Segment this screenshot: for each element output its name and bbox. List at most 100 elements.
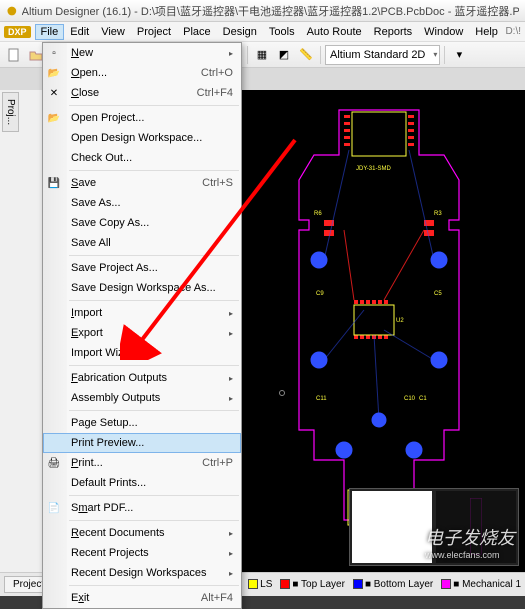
watermark-text: 电子发烧友 — [425, 528, 515, 548]
app-icon — [6, 4, 18, 18]
dxp-badge[interactable]: DXP — [4, 26, 31, 38]
layer-bottom[interactable]: ■ Bottom Layer — [353, 579, 433, 590]
close-icon: ✕ — [47, 86, 61, 100]
path-readout: D:\! — [505, 26, 521, 37]
window-title: Altium Designer (16.1) - D:\项目\蓝牙遥控器\干电池… — [22, 3, 519, 19]
projects-panel-tab[interactable]: Proj... — [2, 92, 19, 132]
tb-measure-icon[interactable]: 📏 — [296, 45, 316, 65]
menu-item-recent-design-workspaces[interactable]: Recent Design Workspaces▸ — [43, 563, 241, 583]
menu-item-exit[interactable]: ExitAlt+F4 — [43, 588, 241, 608]
svg-text:U2: U2 — [396, 318, 404, 324]
svg-text:JDY-31-SMD: JDY-31-SMD — [356, 166, 391, 172]
tb-new-icon[interactable] — [4, 45, 24, 65]
menu-item-smart-pdf[interactable]: 📄Smart PDF... — [43, 498, 241, 518]
menu-separator — [69, 495, 239, 496]
submenu-arrow-icon: ▸ — [229, 569, 233, 578]
menu-item-fabrication-outputs[interactable]: Fabrication Outputs▸ — [43, 368, 241, 388]
watermark: 电子发烧友 www.elecfans.com — [425, 524, 515, 560]
layer-swatch-bottom — [353, 579, 363, 589]
menu-shortcut: Ctrl+O — [201, 67, 233, 79]
menu-item-export[interactable]: Export▸ — [43, 323, 241, 343]
layer-ls[interactable]: LS — [248, 579, 272, 590]
menu-label: Open Design Workspace... — [71, 132, 233, 144]
menu-tools[interactable]: Tools — [263, 24, 301, 40]
submenu-arrow-icon: ▸ — [229, 374, 233, 383]
menu-label: Save Project As... — [71, 262, 233, 274]
layer-top[interactable]: ■ Top Layer — [280, 579, 345, 590]
menu-item-save-project-as[interactable]: Save Project As... — [43, 258, 241, 278]
menu-item-open-design-workspace[interactable]: Open Design Workspace... — [43, 128, 241, 148]
menu-view[interactable]: View — [95, 24, 131, 40]
menu-item-import-wizard[interactable]: Import Wizard — [43, 343, 241, 363]
menu-project[interactable]: Project — [131, 24, 177, 40]
left-panel: Proj... — [0, 90, 44, 572]
menu-item-save-as[interactable]: Save As... — [43, 193, 241, 213]
svg-text:R3: R3 — [434, 211, 442, 217]
menu-item-recent-projects[interactable]: Recent Projects▸ — [43, 543, 241, 563]
menu-item-default-prints[interactable]: Default Prints... — [43, 473, 241, 493]
menu-item-import[interactable]: Import▸ — [43, 303, 241, 323]
menu-item-close[interactable]: ✕ CloseCtrl+F4 — [43, 83, 241, 103]
save-icon: 💾 — [47, 176, 61, 190]
menu-autoroute[interactable]: Auto Route — [301, 24, 368, 40]
menu-item-save-design-workspace-as[interactable]: Save Design Workspace As... — [43, 278, 241, 298]
menu-separator — [69, 410, 239, 411]
menu-reports[interactable]: Reports — [368, 24, 419, 40]
menu-label: Exit — [71, 592, 201, 604]
svg-text:C5: C5 — [434, 291, 442, 297]
menu-label: Save Design Workspace As... — [71, 282, 233, 294]
menu-label: Recent Documents — [71, 527, 229, 539]
preview-thumb-1 — [352, 491, 432, 563]
menu-item-save[interactable]: 💾 SaveCtrl+S — [43, 173, 241, 193]
menu-place[interactable]: Place — [177, 24, 217, 40]
menu-label: Close — [71, 87, 197, 99]
menu-edit[interactable]: Edit — [64, 24, 95, 40]
menu-separator — [69, 520, 239, 521]
submenu-arrow-icon: ▸ — [229, 49, 233, 58]
menu-label: Fabrication Outputs — [71, 372, 229, 384]
menu-item-save-copy-as[interactable]: Save Copy As... — [43, 213, 241, 233]
submenu-arrow-icon: ▸ — [229, 394, 233, 403]
menu-window[interactable]: Window — [418, 24, 469, 40]
menu-shortcut: Ctrl+S — [202, 177, 233, 189]
menu-label: Assembly Outputs — [71, 392, 229, 404]
menu-item-print-preview[interactable]: Print Preview... — [43, 433, 241, 453]
menu-label: Import Wizard — [71, 347, 233, 359]
menu-item-check-out[interactable]: Check Out... — [43, 148, 241, 168]
menu-design[interactable]: Design — [217, 24, 263, 40]
menu-item-open-project[interactable]: 📂Open Project... — [43, 108, 241, 128]
menu-file[interactable]: File — [35, 24, 65, 40]
menu-label: Print Preview... — [71, 437, 232, 449]
menu-label: Open Project... — [71, 112, 233, 124]
menu-label: Default Prints... — [71, 477, 233, 489]
menu-item-new[interactable]: ▫New▸ — [43, 43, 241, 63]
layer-swatch-top — [280, 579, 290, 589]
menu-label: Open... — [71, 67, 201, 79]
menu-item-recent-documents[interactable]: Recent Documents▸ — [43, 523, 241, 543]
menu-item-print[interactable]: 🖨Print...Ctrl+P — [43, 453, 241, 473]
menu-shortcut: Ctrl+F4 — [197, 87, 233, 99]
menu-bar: DXP File Edit View Project Place Design … — [0, 22, 525, 42]
tb-more-icon[interactable]: ▾ — [449, 45, 469, 65]
tb-grid-icon[interactable]: ▦ — [252, 45, 272, 65]
menu-label: Save Copy As... — [71, 217, 233, 229]
tb-layer-icon[interactable]: ◩ — [274, 45, 294, 65]
pdf-icon: 📄 — [47, 501, 61, 515]
pcb-board: JDY-31-SMD U2 R6 R3 C10 C1 C5 C9 — [284, 100, 474, 540]
menu-item-save-all[interactable]: Save All — [43, 233, 241, 253]
submenu-arrow-icon: ▸ — [229, 329, 233, 338]
menu-label: Save — [71, 177, 202, 189]
print-icon: 🖨 — [47, 456, 61, 470]
menu-item-open[interactable]: 📂Open...Ctrl+O — [43, 63, 241, 83]
layer-mech1[interactable]: ■ Mechanical 1 — [441, 579, 521, 590]
menu-help[interactable]: Help — [469, 24, 504, 40]
menu-separator — [69, 365, 239, 366]
menu-item-page-setup[interactable]: Page Setup... — [43, 413, 241, 433]
svg-text:C1: C1 — [419, 396, 427, 402]
menu-label: Export — [71, 327, 229, 339]
view-mode-combo[interactable]: Altium Standard 2D — [325, 45, 440, 65]
menu-label: New — [71, 47, 229, 59]
menu-label: Page Setup... — [71, 417, 233, 429]
menu-item-assembly-outputs[interactable]: Assembly Outputs▸ — [43, 388, 241, 408]
menu-separator — [69, 105, 239, 106]
